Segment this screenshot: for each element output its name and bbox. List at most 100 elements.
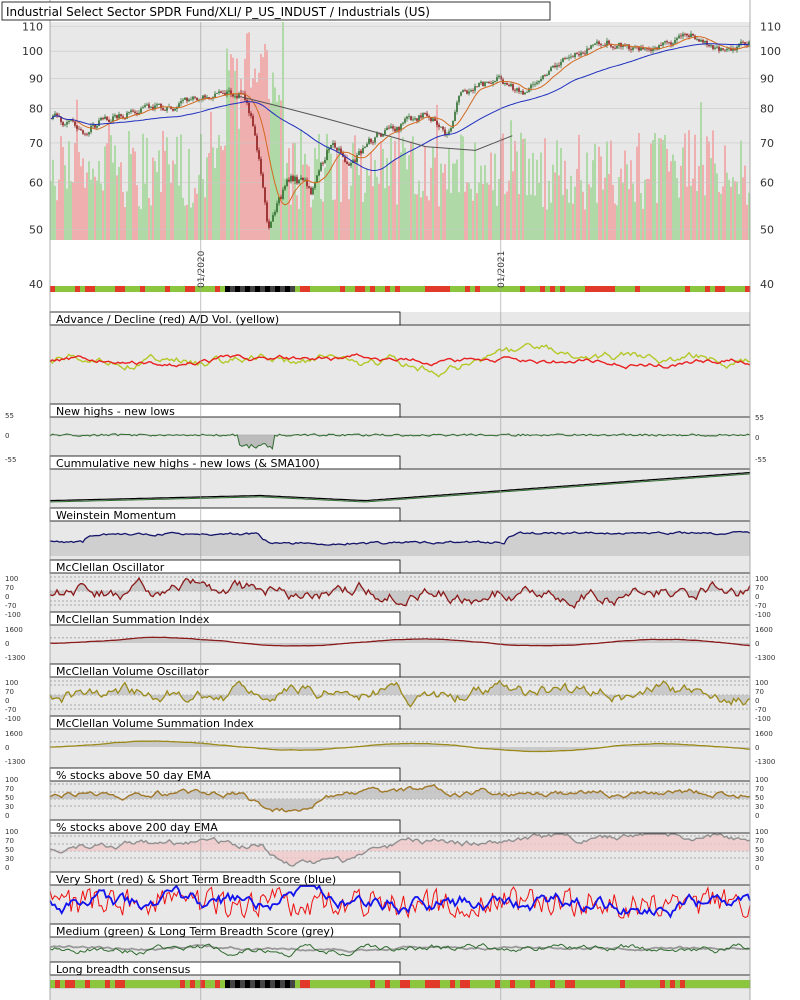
- volume-bar: [352, 142, 354, 240]
- volume-bar: [442, 172, 444, 240]
- volume-bar: [458, 192, 460, 240]
- candle-body: [364, 146, 366, 149]
- regime-segment: [565, 286, 571, 292]
- volume-bar: [410, 141, 412, 240]
- volume-bar: [730, 186, 732, 240]
- volume-bar: [662, 139, 664, 240]
- candle-body: [518, 88, 520, 92]
- volume-bar: [418, 180, 420, 240]
- regime-segment: [135, 980, 141, 988]
- candle-body: [362, 148, 364, 154]
- axis-tick-label: 0: [755, 864, 759, 872]
- candle-body: [434, 118, 436, 122]
- axis-tick-label: 55: [5, 412, 14, 420]
- regime-segment: [665, 286, 671, 292]
- volume-bar: [488, 184, 490, 240]
- candle-body: [320, 162, 322, 171]
- volume-bar: [478, 182, 480, 240]
- candle-body: [650, 49, 652, 51]
- volume-bar: [314, 147, 316, 240]
- candle-body: [590, 45, 592, 49]
- indicator-panel: Medium (green) & Long Term Breadth Score…: [49, 923, 751, 962]
- axis-tick-label: 70: [755, 837, 764, 845]
- candle-body: [114, 115, 116, 117]
- candle-body: [104, 116, 106, 120]
- volume-bar: [694, 134, 696, 240]
- regime-segment: [55, 980, 61, 988]
- volume-bar: [698, 165, 700, 240]
- panel-title: Cummulative new highs - new lows (& SMA1…: [56, 457, 320, 470]
- volume-bar: [298, 208, 300, 240]
- regime-segment: [415, 286, 421, 292]
- candle-body: [164, 110, 166, 111]
- volume-bar: [354, 135, 356, 240]
- volume-bar: [198, 174, 200, 240]
- regime-segment: [465, 286, 471, 292]
- volume-bar: [534, 195, 536, 240]
- panel-title: McClellan Volume Oscillator: [56, 665, 209, 678]
- candle-body: [376, 132, 378, 138]
- candle-body: [540, 78, 542, 82]
- candle-body: [686, 34, 688, 36]
- indicator-panel: Very Short (red) & Short Term Breadth Sc…: [49, 871, 751, 924]
- candle-body: [408, 116, 410, 118]
- volume-bar: [170, 183, 172, 240]
- candle-body: [74, 121, 76, 126]
- candle-body: [422, 113, 424, 118]
- regime-segment: [175, 980, 181, 988]
- axis-tick-label: -1300: [5, 654, 25, 662]
- candle-body: [630, 49, 632, 50]
- volume-bar: [498, 178, 500, 240]
- volume-bar: [546, 209, 548, 240]
- regime-segment: [610, 286, 616, 292]
- regime-segment: [735, 980, 741, 988]
- regime-segment: [360, 286, 366, 292]
- candle-body: [598, 41, 600, 45]
- candle-body: [608, 40, 610, 44]
- regime-segment: [540, 286, 546, 292]
- regime-segment: [280, 286, 286, 292]
- regime-segment: [125, 286, 131, 292]
- axis-tick-label: -100: [5, 611, 21, 619]
- regime-segment: [415, 980, 421, 988]
- volume-bar: [154, 161, 156, 240]
- regime-segment: [535, 286, 541, 292]
- regime-segment: [320, 980, 326, 988]
- volume-bar: [390, 137, 392, 240]
- volume-bar: [186, 204, 188, 240]
- regime-segment: [705, 980, 711, 988]
- regime-segment: [220, 980, 226, 988]
- candle-body: [594, 43, 596, 45]
- candle-body: [444, 129, 446, 136]
- volume-bar: [598, 146, 600, 240]
- volume-bar: [328, 146, 330, 240]
- volume-bar: [610, 140, 612, 240]
- volume-bar: [388, 185, 390, 240]
- regime-segment: [625, 286, 631, 292]
- candle-body: [204, 95, 206, 98]
- regime-segment: [310, 980, 316, 988]
- regime-segment: [245, 980, 251, 988]
- volume-bar: [600, 156, 602, 240]
- regime-segment: [100, 286, 106, 292]
- axis-tick-label: 0: [755, 434, 759, 442]
- volume-bar: [162, 130, 164, 240]
- volume-bar: [376, 176, 378, 240]
- candle-body: [402, 122, 404, 124]
- indicator-panel: 1600 1600 0 0 -1300 -1300 McClellan Volume Sum…: [5, 715, 775, 768]
- candle-body: [142, 107, 144, 109]
- candle-body: [324, 159, 326, 164]
- axis-tick-label: 100: [755, 776, 768, 784]
- regime-segment: [370, 980, 376, 988]
- regime-segment: [455, 286, 461, 292]
- regime-segment: [355, 286, 361, 292]
- volume-bar: [612, 184, 614, 240]
- regime-segment: [520, 980, 526, 988]
- volume-bar: [604, 177, 606, 240]
- volume-bar: [514, 140, 516, 240]
- volume-bar: [392, 160, 394, 240]
- volume-bar: [472, 200, 474, 240]
- panel-title: % stocks above 200 day EMA: [56, 821, 218, 834]
- candle-body: [484, 82, 486, 87]
- regime-segment: [330, 286, 336, 292]
